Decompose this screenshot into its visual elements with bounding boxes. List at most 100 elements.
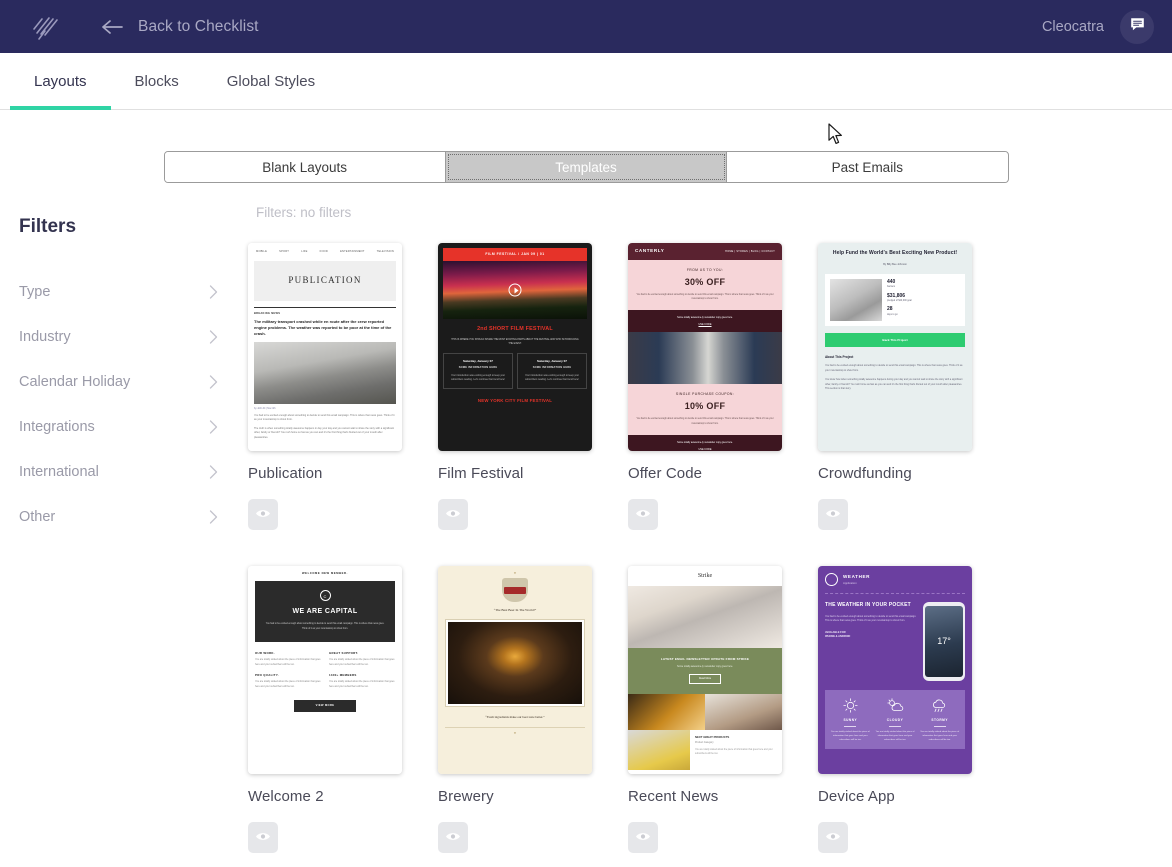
template-card-crowdfunding[interactable]: Help Fund the World’s Best Exciting New … — [818, 243, 972, 451]
template-card-welcome-2[interactable]: WELCOME NEW MEMBER. C WE ARE CAPITAL You… — [248, 566, 402, 774]
device-app-card-sunny-label: SUNNY — [843, 718, 858, 722]
brewery-quote: “Fresh ingredients make our beer taste b… — [485, 715, 545, 720]
sidebar-item-international[interactable]: International — [19, 449, 248, 494]
device-app-hero: THE WEATHER IN YOUR POCKET You had to be… — [825, 602, 965, 681]
template-card-publication[interactable]: MOBILE SPORT LIFE FOOD ENTERTAINMENT TEL… — [248, 243, 402, 451]
filters-title: Filters — [19, 216, 77, 237]
preview-button-device-app[interactable] — [818, 822, 848, 853]
mailchimp-slashes-logo[interactable] — [28, 12, 62, 42]
device-app-card-rule — [933, 725, 946, 727]
welcome2-block-title: OUR WORK. — [255, 651, 275, 656]
template-card-recent-news[interactable]: Strike LATEST EMAIL NEWSLETTER UPDATE FR… — [628, 566, 782, 774]
recent-news-section-title: NEXT GREAT PRODUCTS — [695, 735, 730, 740]
offer-dark-text-2: Some totally awesome-ly newsletter copy … — [677, 441, 733, 445]
cloud-sun-icon — [875, 698, 916, 713]
device-app-logo-title: WEATHER — [843, 574, 871, 580]
templates-grid: MOBILE SPORT LIFE FOOD ENTERTAINMENT TEL… — [248, 243, 1152, 853]
welcome2-block: PRO QUALITY. You are totally stoked abou… — [255, 673, 321, 690]
eye-icon — [255, 506, 271, 524]
tab-global-styles[interactable]: Global Styles — [203, 53, 339, 109]
sidebar-item-other[interactable]: Other — [19, 494, 248, 539]
film-col2-head: SOME INFORMATION HERE — [532, 365, 572, 369]
offer-kicker-2: SINGLE PURCHASE COUPON: — [675, 392, 735, 397]
device-app-card-stormy: STORMY You are totally stoked about the … — [919, 698, 960, 742]
crowdfunding-stats-box: 440 backers $31,806 pledged of $40,000 g… — [825, 274, 965, 327]
segment-templates[interactable]: Templates — [445, 152, 728, 182]
tab-layouts[interactable]: Layouts — [10, 53, 111, 110]
film-col1-head: SOME INFORMATION HERE — [458, 365, 498, 369]
welcome2-block-body: You are totally stoked about the piece o… — [329, 680, 395, 689]
preview-button-brewery[interactable] — [438, 822, 468, 853]
tab-bar: Layouts Blocks Global Styles — [0, 53, 1172, 110]
film-hero-photo — [443, 260, 587, 319]
row-spacer — [818, 530, 1008, 566]
sidebar-item-type[interactable]: Type — [19, 269, 248, 314]
sidebar-item-other-label: Other — [19, 508, 56, 525]
template-card-device-app[interactable]: WEATHER Application THE WEATHER IN YOUR … — [818, 566, 972, 774]
device-app-card-sunny-body: You are totally stoked about the piece o… — [830, 730, 870, 741]
offer-logo: CANTERLY — [635, 248, 665, 253]
eye-icon — [445, 506, 461, 524]
template-title-brewery: Brewery — [438, 788, 494, 805]
device-app-phone-mockup: 17° — [923, 602, 965, 681]
publication-caption: by John Di | Nov 4th — [254, 406, 276, 410]
offer-discount-1: 30% OFF — [684, 276, 726, 287]
publication-photo — [254, 341, 396, 404]
segment-past-emails-label: Past Emails — [831, 159, 903, 175]
template-title-welcome-2: Welcome 2 — [248, 788, 324, 805]
device-app-thumbnail: WEATHER Application THE WEATHER IN YOUR … — [818, 566, 972, 774]
preview-button-crowdfunding[interactable] — [818, 499, 848, 530]
template-card-brewery[interactable]: ❖ “The Best Beer In The World!” “Fresh i… — [438, 566, 592, 774]
preview-button-offer-code[interactable] — [628, 499, 658, 530]
publication-thumbnail: MOBILE SPORT LIFE FOOD ENTERTAINMENT TEL… — [248, 243, 402, 451]
device-app-phone-screen: 17° — [925, 606, 963, 677]
segment-blank-layouts[interactable]: Blank Layouts — [164, 152, 446, 182]
recent-news-tiles — [628, 694, 782, 731]
device-app-card-stormy-label: STORMY — [931, 718, 948, 722]
welcome2-cta-button: VIEW MORE — [294, 699, 356, 712]
pub-nav-item: LIFE — [301, 250, 308, 253]
chevron-right-icon — [209, 374, 218, 389]
segment-past-emails[interactable]: Past Emails — [727, 152, 1008, 182]
film-banner: FILM FESTIVAL / JAN 09 | 01 — [443, 248, 587, 261]
template-card-film-festival[interactable]: FILM FESTIVAL / JAN 09 | 01 2nd SHORT FI… — [438, 243, 592, 451]
avatar[interactable] — [1120, 9, 1154, 44]
brewery-photo — [448, 622, 582, 705]
film-col2-body: Your introduction was exciting enough to… — [524, 373, 579, 382]
sidebar-item-industry[interactable]: Industry — [19, 314, 248, 359]
sidebar-item-integrations[interactable]: Integrations — [19, 404, 248, 449]
preview-button-publication[interactable] — [248, 499, 278, 530]
welcome2-blocks: OUR WORK. You are totally stoked about t… — [255, 651, 395, 690]
preview-button-welcome-2[interactable] — [248, 822, 278, 853]
device-app-logo-sub: Application — [843, 580, 857, 585]
compass-icon — [825, 573, 838, 586]
template-cell-crowdfunding: Help Fund the World’s Best Exciting New … — [818, 243, 1008, 530]
template-card-offer-code[interactable]: CANTERLY HOME | STORES | BLOG | CONTACT … — [628, 243, 782, 451]
pub-nav-item: MOBILE — [256, 250, 268, 253]
tab-blocks[interactable]: Blocks — [111, 53, 203, 109]
recent-news-section-body: You are totally stoked about the piece o… — [695, 748, 773, 756]
recent-news-banner: LATEST EMAIL NEWSLETTER UPDATE FROM STRI… — [628, 647, 782, 695]
welcome2-block: GREAT SUPPORT. You are totally stoked ab… — [329, 651, 395, 668]
eye-icon — [635, 506, 651, 524]
preview-button-film-festival[interactable] — [438, 499, 468, 530]
segment-templates-label: Templates — [555, 159, 617, 175]
sidebar-item-type-label: Type — [19, 283, 51, 300]
back-to-checklist-link[interactable]: Back to Checklist — [102, 18, 259, 36]
chevron-right-icon — [209, 464, 218, 479]
publication-rule — [254, 306, 396, 308]
sidebar-item-calendar-holiday[interactable]: Calendar Holiday — [19, 359, 248, 404]
brewery-tagline: “The Best Beer In The World!” — [493, 608, 537, 613]
device-app-card-cloudy-body: You are totally stoked about the piece o… — [875, 730, 915, 741]
preview-button-recent-news[interactable] — [628, 822, 658, 853]
film-col1-date: Saturday, January 07 — [463, 359, 493, 364]
device-app-body: You had to be excited enough about somet… — [825, 614, 917, 623]
template-title-offer-code: Offer Code — [628, 465, 703, 482]
device-app-divider — [825, 593, 965, 594]
offer-dark-link-1: USE CODE — [698, 322, 712, 326]
publication-body-2: The truth is when something totally awes… — [254, 426, 394, 439]
recent-news-bottom: NEXT GREAT PRODUCTS Product Category You… — [628, 730, 782, 771]
user-name: Cleocatra — [1041, 18, 1104, 35]
offer-code-band-2: Some totally awesome-ly newsletter copy … — [628, 435, 782, 451]
brewery-badge-logo — [502, 578, 528, 603]
